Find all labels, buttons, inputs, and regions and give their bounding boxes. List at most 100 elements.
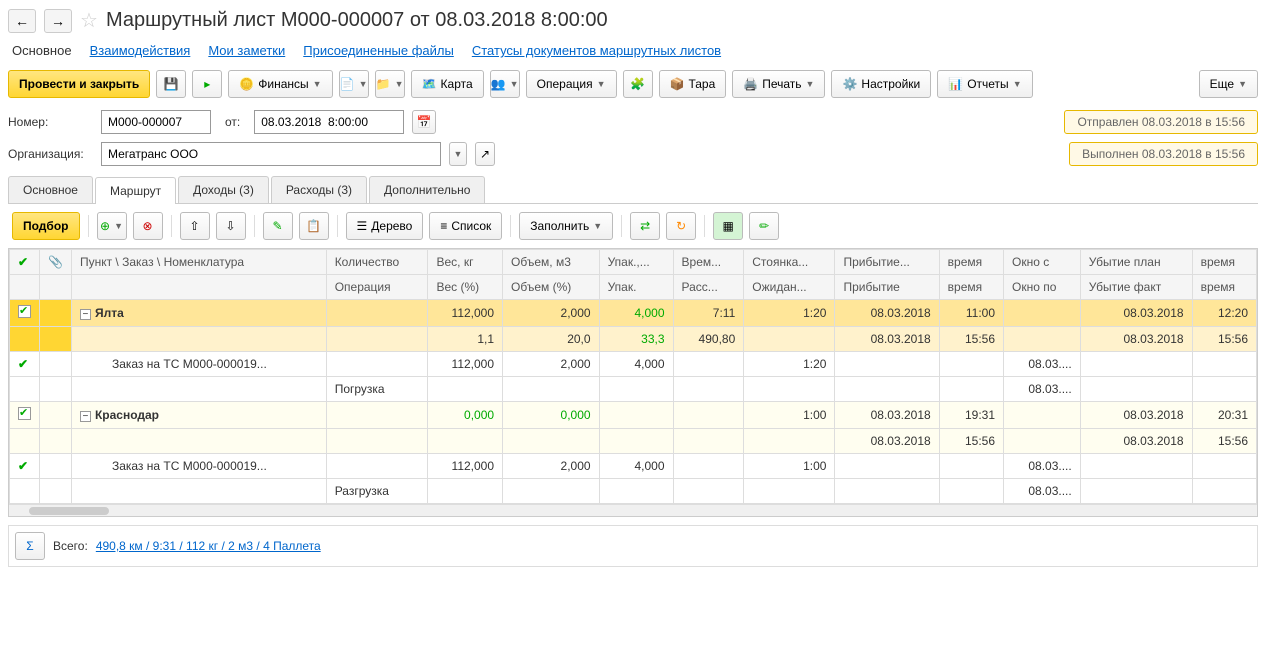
add-icon: ⊕ [100, 219, 110, 233]
collapse-icon[interactable]: − [80, 309, 91, 320]
print-icon: 🖨️ [743, 77, 758, 91]
org-input[interactable] [101, 142, 441, 166]
tree-button[interactable]: ☰Дерево [346, 212, 424, 240]
tab-main[interactable]: Основное [8, 176, 93, 203]
add-button[interactable]: ⊕▼ [97, 212, 127, 240]
settings-button[interactable]: ⚙️Настройки [831, 70, 931, 98]
save-button[interactable]: 💾 [156, 70, 186, 98]
clip-icon: 📎 [48, 255, 63, 269]
table-row[interactable]: −Краснодар 0,000 0,000 1:00 08.03.2018 1… [10, 402, 1257, 429]
box-icon: 📦 [670, 77, 685, 91]
delete-button[interactable]: ⊗ [133, 212, 163, 240]
tab-additional[interactable]: Дополнительно [369, 176, 485, 203]
save-icon: 💾 [164, 77, 179, 91]
pencil-icon: ✏ [759, 219, 769, 233]
action2-button[interactable]: 📁▼ [375, 70, 405, 98]
org-dropdown[interactable]: ▼ [449, 142, 467, 166]
post-button[interactable]: ▸ [192, 70, 222, 98]
tab-route[interactable]: Маршрут [95, 177, 176, 204]
row-check[interactable] [18, 305, 31, 318]
sigma-icon: Σ [26, 539, 33, 553]
tab-income[interactable]: Доходы (3) [178, 176, 269, 203]
down-icon: ⇩ [225, 219, 235, 233]
list-icon: ≡ [440, 219, 447, 233]
edit2-button[interactable]: ✏ [749, 212, 779, 240]
refresh-icon: ↻ [676, 219, 686, 233]
nav-main[interactable]: Основное [12, 43, 72, 58]
row-check[interactable] [18, 407, 31, 420]
collapse-icon[interactable]: − [80, 411, 91, 422]
calendar-icon: 📅 [417, 115, 432, 129]
up-button[interactable]: ⇧ [180, 212, 210, 240]
table-row[interactable]: ✔ Заказ на ТС М000-000019... 112,000 2,0… [10, 454, 1257, 479]
copy-button[interactable]: 📋 [299, 212, 329, 240]
forward-button[interactable]: → [44, 9, 72, 33]
post-close-button[interactable]: Провести и закрыть [8, 70, 150, 98]
puzzle-icon: 🧩 [630, 77, 645, 91]
chart-icon: 📊 [948, 77, 963, 91]
route-table: ✔ 📎 Пункт \ Заказ \ Номенклатура Количес… [8, 248, 1258, 517]
puzzle-button[interactable]: 🧩 [623, 70, 653, 98]
reports-button[interactable]: 📊Отчеты▼ [937, 70, 1032, 98]
org-open[interactable]: ↗ [475, 142, 495, 166]
favorite-icon[interactable]: ☆ [80, 8, 98, 33]
page-title: Маршрутный лист М000-000007 от 08.03.201… [106, 9, 608, 32]
map-button[interactable]: 🗺️Карта [411, 70, 484, 98]
check-all-icon[interactable]: ✔ [18, 255, 28, 269]
org-label: Организация: [8, 147, 93, 161]
operation-button[interactable]: Операция▼ [526, 70, 617, 98]
coins-icon: 🪙 [239, 77, 254, 91]
select-button[interactable]: Подбор [12, 212, 80, 240]
more-button[interactable]: Еще▼ [1199, 70, 1258, 98]
swap-button[interactable]: ⇄ [630, 212, 660, 240]
print-button[interactable]: 🖨️Печать▼ [732, 70, 825, 98]
gear-icon: ⚙️ [842, 77, 857, 91]
nav-interactions[interactable]: Взаимодействия [90, 43, 191, 58]
calendar-button[interactable]: 📅 [412, 110, 436, 134]
users-icon: 👥 [491, 77, 506, 91]
up-icon: ⇧ [189, 219, 199, 233]
table-row[interactable]: ✔ Заказ на ТС М000-000019... 112,000 2,0… [10, 352, 1257, 377]
refresh-button[interactable]: ↻ [666, 212, 696, 240]
number-input[interactable] [101, 110, 211, 134]
nav-statuses[interactable]: Статусы документов маршрутных листов [472, 43, 721, 58]
sum-button[interactable]: Σ [15, 532, 45, 560]
fill-button[interactable]: Заполнить▼ [519, 212, 613, 240]
nav-links: Основное Взаимодействия Мои заметки Прис… [8, 43, 1258, 58]
list-button[interactable]: ≡Список [429, 212, 502, 240]
delete-icon: ⊗ [142, 219, 152, 233]
grid-button[interactable]: ▦ [713, 212, 743, 240]
row-check-icon: ✔ [18, 357, 28, 371]
total-label: Всего: [53, 539, 88, 553]
nav-files[interactable]: Присоединенные файлы [303, 43, 454, 58]
tab-expense[interactable]: Расходы (3) [271, 176, 367, 203]
action1-button[interactable]: 📄▼ [339, 70, 369, 98]
down-button[interactable]: ⇩ [216, 212, 246, 240]
number-label: Номер: [8, 115, 93, 129]
users-button[interactable]: 👥▼ [490, 70, 520, 98]
summary-link[interactable]: 490,8 км / 9:31 / 112 кг / 2 м3 / 4 Палл… [96, 539, 321, 553]
map-icon: 🗺️ [422, 77, 437, 91]
edit-button[interactable]: ✎ [263, 212, 293, 240]
row-check-icon: ✔ [18, 459, 28, 473]
tree-icon: ☰ [357, 219, 368, 233]
tara-button[interactable]: 📦Тара [659, 70, 727, 98]
folder-icon: 📁 [376, 77, 391, 91]
edit-icon: ✎ [272, 219, 282, 233]
date-input[interactable] [254, 110, 404, 134]
table-row[interactable]: −Ялта 112,000 2,000 4,000 7:11 1:20 08.0… [10, 300, 1257, 327]
table-row[interactable]: 1,1 20,0 33,3 490,80 08.03.2018 15:56 08… [10, 327, 1257, 352]
copy-icon: 📋 [306, 219, 321, 233]
table-row[interactable]: Разгрузка 08.03.... [10, 479, 1257, 504]
from-label: от: [225, 115, 240, 129]
grid-icon: ▦ [722, 219, 733, 233]
status-done: Выполнен 08.03.2018 в 15:56 [1069, 142, 1258, 166]
table-row[interactable]: 08.03.2018 15:56 08.03.2018 15:56 [10, 429, 1257, 454]
swap-icon: ⇄ [640, 219, 650, 233]
doc-icon: 📄 [340, 77, 355, 91]
table-row[interactable]: Погрузка 08.03.... [10, 377, 1257, 402]
horizontal-scrollbar[interactable] [9, 504, 1257, 516]
finance-button[interactable]: 🪙Финансы▼ [228, 70, 332, 98]
nav-notes[interactable]: Мои заметки [208, 43, 285, 58]
back-button[interactable]: ← [8, 9, 36, 33]
